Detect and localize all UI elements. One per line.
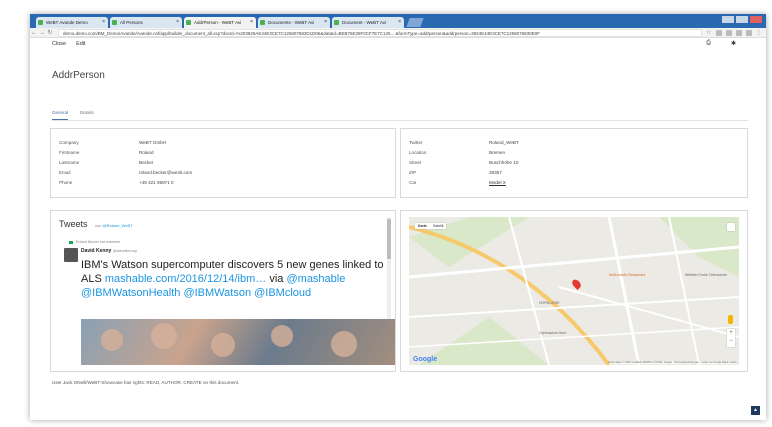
extension-icon[interactable] [736, 29, 742, 36]
map-label: HORN-LEHE [539, 301, 560, 305]
google-logo: Google [413, 356, 438, 363]
extension-icon[interactable] [726, 29, 732, 36]
close-tab-icon[interactable]: × [250, 17, 253, 28]
map-type-switch: Karte Satellit [415, 223, 447, 229]
map-label: Gymnasium Horn [539, 331, 567, 335]
window-close-button[interactable] [750, 16, 762, 23]
author-avatar[interactable] [64, 248, 78, 262]
field-row-twitter: Twitter Roland_WeBT [409, 139, 519, 145]
close-button[interactable]: Close [52, 41, 66, 47]
back-icon[interactable]: ← [30, 30, 38, 36]
field-row-street: Street Buschhöhe 10 [409, 159, 519, 165]
field-row-location: Location Bremen [409, 149, 506, 155]
zoom-control: + − [727, 329, 735, 347]
browser-tab[interactable]: WeBT Avande Demo × [36, 17, 108, 28]
field-row-zip: ZIP 28357 [409, 169, 502, 175]
form-tabs: General Details [52, 110, 94, 120]
toolbar-right: ⎙ ✱ [706, 40, 746, 47]
close-tab-icon[interactable]: × [102, 17, 105, 28]
close-tab-icon[interactable]: × [176, 17, 179, 28]
tweets-heading: Tweets [59, 219, 88, 229]
tweet-link[interactable]: mashable.com/2016/12/14/ibm… [105, 273, 266, 285]
window-controls [722, 16, 762, 23]
tweets-by: von @Roland_WeBT [95, 223, 133, 228]
street-view-pegman-icon[interactable] [728, 315, 733, 324]
retweet-icon [69, 240, 73, 244]
twitter-handle-link[interactable]: @Roland_WeBT [103, 223, 133, 228]
edit-button[interactable]: Edit [76, 41, 85, 47]
fullscreen-icon[interactable] [727, 223, 735, 231]
browser-tab[interactable]: All Persons × [110, 17, 182, 28]
tab-details[interactable]: Details [80, 110, 94, 120]
browser-window: WeBT Avande Demo × All Persons × AddrPerso… [30, 14, 766, 420]
minimize-button[interactable] [722, 16, 734, 23]
url-input[interactable]: demo.demo.com/BM_Demo/Avande/Avande.nsf/… [58, 28, 702, 37]
reload-icon[interactable]: ↻ [46, 29, 54, 36]
extension-icons: ☆ ⋮ [706, 29, 766, 36]
map-label: McDonald's Restaurant [609, 273, 646, 277]
close-tab-icon[interactable]: × [324, 17, 327, 28]
person-fields-card: Company WeBT GmbH Firstname Roland Lastnam… [50, 128, 396, 198]
field-row-car: Car Model X [409, 179, 506, 185]
tab-general[interactable]: General [52, 110, 69, 120]
map-type-karte[interactable]: Karte [415, 223, 430, 229]
map-type-satellit[interactable]: Satellit [430, 223, 447, 229]
map-attribution: Kartendaten © 2016 GeoBasis-DE/BKG (©200… [608, 361, 737, 364]
app-toolbar: Close Edit ⎙ ✱ [30, 38, 766, 50]
close-tab-icon[interactable]: × [398, 17, 401, 28]
contact-fields-card: Twitter Roland_WeBT Location Bremen Street… [400, 128, 748, 198]
favicon-icon [38, 20, 43, 25]
tweet-image[interactable] [81, 319, 395, 365]
browser-tab[interactable]: Documents - WeBT Avi × [258, 17, 330, 28]
field-row-email: Email roland.becker@we4it.com [59, 169, 193, 175]
tabs-divider [52, 120, 748, 121]
maximize-button[interactable] [736, 16, 748, 23]
favicon-icon [260, 20, 265, 25]
map-view[interactable]: Karte Satellit McDonald's Restaurant Wil… [409, 217, 739, 365]
browser-tab[interactable]: Document - WeBT Avi × [332, 17, 404, 28]
bookmark-star-icon[interactable]: ☆ [706, 30, 712, 36]
favicon-icon [186, 20, 191, 25]
field-row-company: Company WeBT GmbH [59, 139, 167, 145]
page-title: AddrPerson [52, 70, 105, 81]
forward-icon[interactable]: → [38, 30, 46, 36]
favicon-icon [112, 20, 117, 25]
print-icon[interactable]: ⎙ [706, 40, 711, 47]
tweet-text: IBM's Watson supercomputer discovers 5 n… [81, 259, 384, 299]
field-row-firstname: Firstname Roland [59, 149, 154, 155]
map-card: Karte Satellit McDonald's Restaurant Wil… [400, 210, 748, 372]
new-tab-button[interactable] [406, 18, 424, 27]
zoom-in-icon[interactable]: + [727, 329, 735, 337]
menu-icon[interactable]: ⋮ [756, 30, 762, 36]
field-row-lastname: Lastname Becker [59, 159, 154, 165]
map-roads [409, 217, 739, 365]
address-bar: ← → ↻ demo.demo.com/BM_Demo/Avande/Avand… [30, 28, 766, 38]
tweets-card: Tweets von @Roland_WeBT Roland Becker ha… [50, 210, 396, 372]
map-label: Wilhelm Focke Oberschule [685, 273, 727, 277]
field-row-phone: Phone +49 421 96971 0 [59, 179, 174, 185]
favicon-icon [334, 20, 339, 25]
settings-icon[interactable]: ✱ [731, 40, 736, 47]
browser-tab-active[interactable]: AddrPerson - WeBT Avi × [184, 17, 256, 28]
extension-icon[interactable] [716, 29, 722, 36]
rights-text: User Jack ONeill/WeBT-Showcase has right… [52, 380, 240, 385]
retweet-notice: Roland Becker hat retweetet [69, 240, 120, 244]
tweet-author[interactable]: David Kenny @davidkenny [81, 248, 137, 254]
scroll-top-button[interactable]: ▲ [751, 406, 760, 415]
extension-icon[interactable] [746, 29, 752, 36]
zoom-out-icon[interactable]: − [727, 337, 735, 345]
car-link[interactable]: Model X [489, 180, 506, 185]
browser-tab-bar: WeBT Avande Demo × All Persons × AddrPerso… [30, 14, 766, 28]
